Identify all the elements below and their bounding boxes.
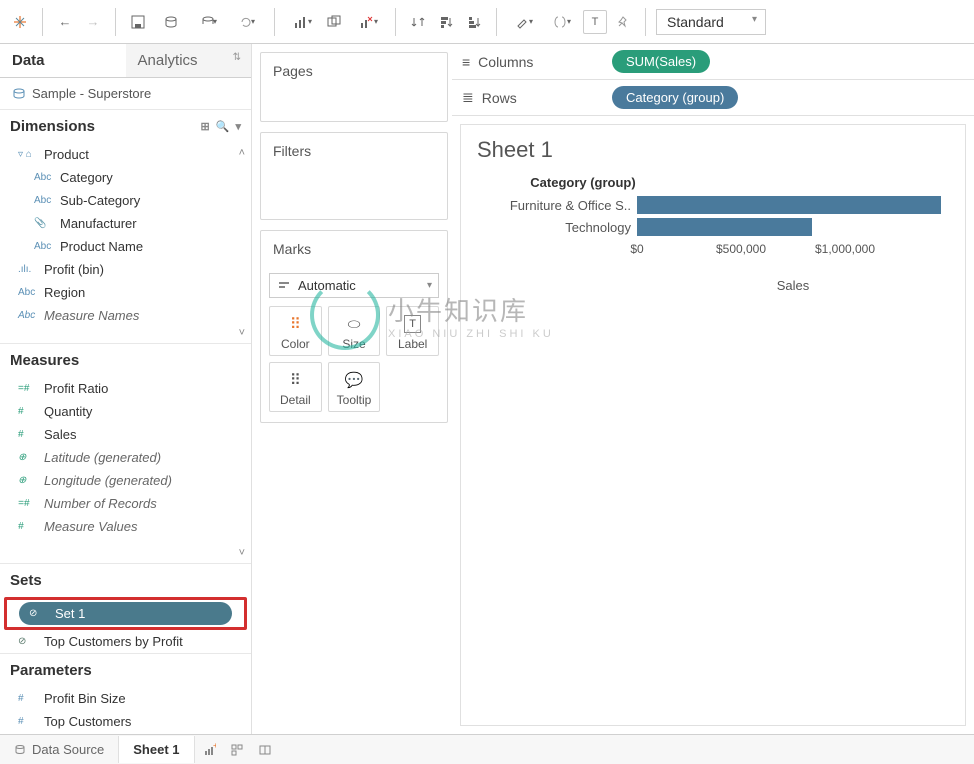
tab-datasource[interactable]: Data Source (0, 736, 119, 763)
new-datasource-icon[interactable] (154, 10, 188, 34)
field-sales[interactable]: #Sales (0, 423, 251, 446)
tab-sheet1[interactable]: Sheet 1 (119, 736, 194, 763)
tab-analytics[interactable]: Analytics (126, 44, 252, 77)
highlight-icon[interactable]: ▾ (507, 10, 541, 34)
marks-type-dropdown[interactable]: Automatic (269, 273, 439, 298)
mark-label[interactable]: TLabel (386, 306, 439, 356)
mark-color[interactable]: ⠿Color (269, 306, 322, 356)
field-subcategory[interactable]: AbcSub-Category (0, 189, 251, 212)
chart-bar-row[interactable]: Technology (477, 216, 949, 238)
rows-icon: ≣ (462, 89, 474, 106)
field-measurenames[interactable]: AbcMeasure Names (0, 304, 251, 327)
field-latitude[interactable]: ⊕Latitude (generated) (0, 446, 251, 469)
labels-icon[interactable]: T (583, 10, 607, 34)
field-region[interactable]: AbcRegion (0, 281, 251, 304)
clear-sheet-icon[interactable]: ▾ (351, 10, 385, 34)
fit-dropdown[interactable]: Standard (656, 9, 766, 35)
sets-header: Sets (0, 563, 251, 597)
field-category[interactable]: AbcCategory (0, 166, 251, 189)
sheet-title[interactable]: Sheet 1 (477, 137, 949, 163)
new-worksheet-tab-icon[interactable]: + (195, 743, 223, 757)
menu-icon[interactable]: ▾ (235, 120, 241, 133)
viz-canvas[interactable]: Sheet 1 Category (group) Furniture & Off… (460, 124, 966, 726)
chart-axis: $0$500,000$1,000,000 (637, 238, 949, 256)
back-icon[interactable]: ← (53, 10, 77, 34)
worksheet-area: ≡Columns SUM(Sales) ≣Rows Category (grou… (452, 44, 974, 734)
detail-icon: ⠿ (290, 371, 301, 389)
search-icon[interactable]: 🔍 (216, 120, 230, 133)
bar-icon (278, 280, 292, 292)
chart-bars: Furniture & Office S..Technology (477, 194, 949, 238)
field-profitbin[interactable]: .ılı.Profit (bin) (0, 258, 251, 281)
svg-text:+: + (213, 743, 216, 750)
field-measurevalues[interactable]: #Measure Values (0, 515, 251, 538)
forward-icon[interactable]: → (81, 10, 105, 34)
tableau-logo-icon[interactable] (8, 10, 32, 34)
field-numberofrecords[interactable]: =#Number of Records (0, 492, 251, 515)
tooltip-icon: 💬 (345, 371, 364, 389)
mark-size[interactable]: ⬭Size (328, 306, 381, 356)
sheet-tabs: Data Source Sheet 1 + (0, 734, 974, 764)
set1-highlight: ⊘Set 1 (4, 597, 247, 630)
datasource-name: Sample - Superstore (32, 86, 151, 101)
field-manufacturer[interactable]: 📎Manufacturer (0, 212, 251, 235)
datasource-item[interactable]: Sample - Superstore (0, 78, 251, 109)
field-quantity[interactable]: #Quantity (0, 400, 251, 423)
autoupdate-icon[interactable]: ▾ (192, 10, 226, 34)
pin-icon[interactable] (611, 10, 635, 34)
cards-area: Pages Filters Marks Automatic ⠿Color ⬭Si… (252, 44, 452, 734)
duplicate-sheet-icon[interactable] (323, 10, 347, 34)
datasource-icon (12, 87, 26, 101)
field-profitratio[interactable]: =#Profit Ratio (0, 377, 251, 400)
parameters-header: Parameters (0, 653, 251, 687)
save-icon[interactable] (126, 10, 150, 34)
field-set1[interactable]: ⊘Set 1 (19, 602, 232, 625)
view-as-icon[interactable]: ⊞ (201, 120, 210, 133)
size-icon: ⬭ (348, 315, 361, 333)
marks-card: Marks Automatic ⠿Color ⬭Size TLabel ⠿Det… (260, 230, 448, 423)
mark-tooltip[interactable]: 💬Tooltip (328, 362, 381, 412)
new-worksheet-icon[interactable]: ▾ (285, 10, 319, 34)
dimensions-header: Dimensions ⊞ 🔍 ▾ (0, 109, 251, 143)
pages-card[interactable]: Pages (260, 52, 448, 122)
rows-shelf[interactable]: ≣Rows Category (group) (452, 80, 974, 116)
refresh-icon[interactable]: ▾ (230, 10, 264, 34)
scroll-down-icon[interactable]: ˅ (239, 327, 245, 339)
filters-card[interactable]: Filters (260, 132, 448, 220)
columns-icon: ≡ (462, 54, 470, 70)
new-dashboard-tab-icon[interactable] (223, 743, 251, 757)
field-topcustomers-param[interactable]: #Top Customers (0, 710, 251, 733)
field-topcustomers-set[interactable]: ⊘Top Customers by Profit (0, 630, 251, 653)
group-icon[interactable]: ▾ (545, 10, 579, 34)
tab-data[interactable]: Data (0, 44, 126, 77)
scroll-down-icon[interactable]: ˅ (239, 547, 245, 559)
field-productname[interactable]: AbcProduct Name (0, 235, 251, 258)
measures-header: Measures (0, 343, 251, 377)
label-icon: T (404, 315, 421, 333)
folder-product[interactable]: ▿ ⌂Product (0, 143, 251, 166)
field-profitbinsize[interactable]: #Profit Bin Size (0, 687, 251, 710)
sort-desc-icon[interactable] (462, 10, 486, 34)
field-longitude[interactable]: ⊕Longitude (generated) (0, 469, 251, 492)
data-pane: Data Analytics Sample - Superstore Dimen… (0, 44, 252, 734)
chart-bar-row[interactable]: Furniture & Office S.. (477, 194, 949, 216)
columns-pill-sales[interactable]: SUM(Sales) (612, 50, 710, 73)
datasource-icon (14, 744, 26, 756)
new-story-tab-icon[interactable] (251, 743, 279, 757)
scroll-up-icon[interactable]: ˄ (239, 147, 245, 159)
mark-detail[interactable]: ⠿Detail (269, 362, 322, 412)
chart-axis-title: Sales (637, 278, 949, 293)
sort-asc-icon[interactable] (434, 10, 458, 34)
top-toolbar: ← → ▾ ▾ ▾ ▾ ▾ ▾ T Standard (0, 0, 974, 44)
color-icon: ⠿ (290, 315, 301, 333)
columns-shelf[interactable]: ≡Columns SUM(Sales) (452, 44, 974, 80)
rows-pill-category[interactable]: Category (group) (612, 86, 738, 109)
fit-dropdown-label: Standard (667, 14, 724, 30)
swap-icon[interactable] (406, 10, 430, 34)
chart-dimension-header: Category (group) (477, 175, 949, 190)
